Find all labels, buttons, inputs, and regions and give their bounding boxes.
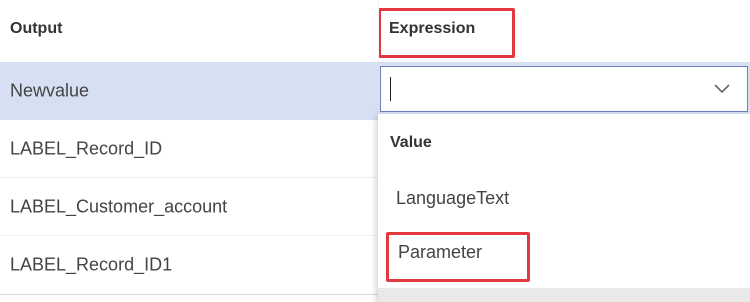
column-divider bbox=[378, 0, 379, 62]
dropdown-scroll-area bbox=[378, 288, 750, 302]
expression-highlight-box bbox=[378, 8, 515, 58]
row-label: LABEL_Record_ID1 bbox=[10, 254, 173, 275]
table-row[interactable]: LABEL_Record_ID1 bbox=[0, 236, 378, 294]
dropdown-header-value: Value bbox=[390, 134, 432, 151]
grid-bottom-border bbox=[0, 294, 378, 295]
text-cursor bbox=[390, 77, 391, 101]
expression-combobox[interactable] bbox=[380, 66, 748, 112]
row-label: LABEL_Record_ID bbox=[10, 138, 163, 159]
chevron-down-icon[interactable] bbox=[713, 79, 731, 97]
row-label: Newvalue bbox=[10, 80, 90, 101]
column-header-output[interactable]: Output bbox=[10, 20, 62, 38]
dropdown-option-languagetext[interactable]: LanguageText bbox=[396, 188, 509, 209]
parameter-highlight-box bbox=[386, 232, 530, 282]
table-row[interactable]: LABEL_Record_ID bbox=[0, 120, 378, 178]
grid-header: Output Expression bbox=[0, 0, 750, 62]
table-row[interactable]: LABEL_Customer_account bbox=[0, 178, 378, 236]
row-label: LABEL_Customer_account bbox=[10, 196, 228, 217]
